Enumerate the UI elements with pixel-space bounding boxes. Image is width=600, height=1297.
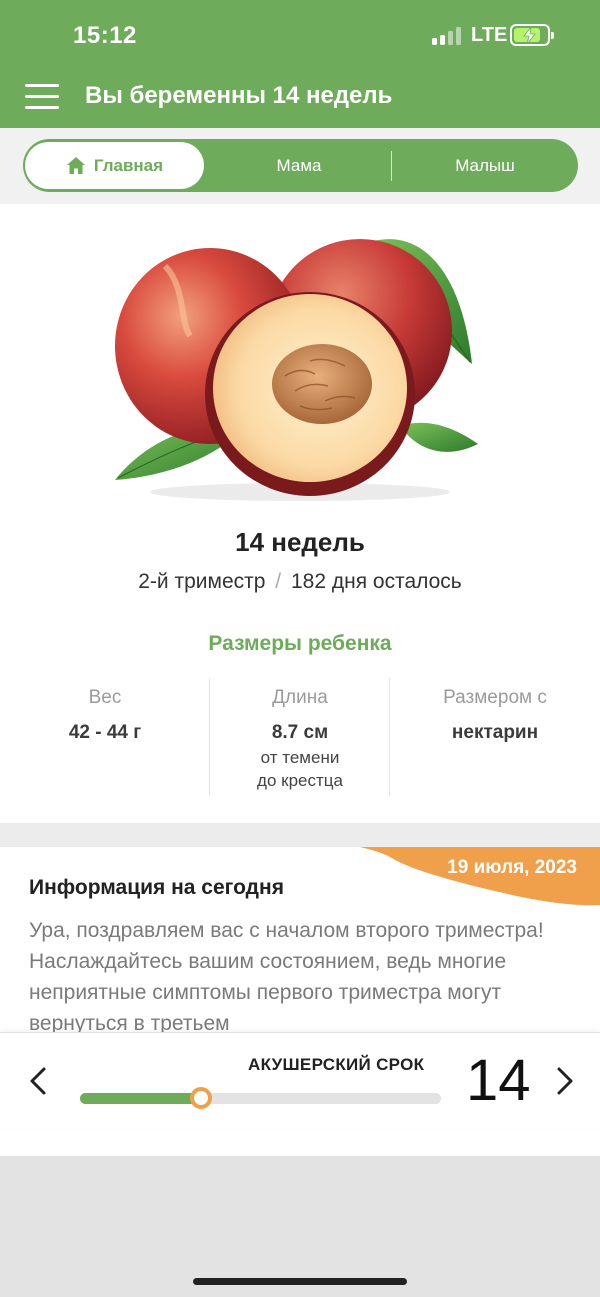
battery-charging-icon [510,24,554,46]
daily-info-card[interactable]: 19 июля, 2023 Информация на сегодня Ура,… [0,847,600,1032]
info-title: Информация на сегодня [29,876,284,899]
length-label: Длина [272,687,328,708]
tab-home-label: Главная [93,155,164,175]
tab-baby[interactable]: Малыш [394,139,576,192]
slider-thumb[interactable] [189,1087,212,1109]
stat-divider [389,678,390,796]
status-time: 15:12 [73,22,137,49]
compare-value: нектарин [451,722,539,743]
home-indicator[interactable] [193,1278,407,1285]
stat-length: Длина 8.7 см от темени до крестца [210,678,390,792]
term-label: АКУШЕРСКИЙ СРОК [248,1055,425,1074]
tab-mama-label: Мама [276,155,322,175]
separator: / [275,570,282,593]
tab-bar: Главная Мама Малыш [0,128,600,204]
info-text: Ура, поздравляем вас с началом второго т… [29,919,544,1032]
trimester-line: 2-й триместр / 182 дня осталось [0,570,600,594]
week-slider[interactable] [80,1087,441,1109]
tab-home[interactable]: Главная [25,142,204,189]
tab-divider [391,151,392,181]
days-left-text: 182 дня осталось [290,570,462,593]
home-icon [66,156,85,174]
baby-sizes-stats: Вес 42 - 44 г Длина 8.7 см от темени до … [0,678,600,796]
segmented-control: Главная Мама Малыш [23,139,578,192]
network-type: LTE [471,24,508,46]
week-title: 14 недель [235,527,365,557]
weight-value: 42 - 44 г [68,722,142,743]
section-gap [0,823,600,847]
page-title: Вы беременны 14 недель [85,82,393,109]
tab-baby-label: Малыш [455,155,515,175]
hamburger-menu-icon[interactable] [25,84,59,110]
stat-weight: Вес 42 - 44 г [15,678,195,744]
length-note-line2: до крестца [257,771,343,790]
signal-strength-icon [432,27,464,45]
slider-fill [80,1093,201,1104]
length-note-line1: от темени [260,748,340,767]
length-value: 8.7 см [271,722,329,743]
chevron-left-icon[interactable] [24,1065,54,1097]
tab-mama[interactable]: Мама [211,139,387,192]
compare-label: Размером с [443,687,547,708]
baby-sizes-title: Размеры ребенка [208,632,392,655]
stat-compare: Размером с нектарин [405,678,585,744]
term-panel: АКУШЕРСКИЙ СРОК 14 [0,1032,600,1128]
weight-label: Вес [88,687,122,708]
week-number: 14 [466,1048,531,1113]
app-header: 15:12 LTE Вы беременны 14 недель [0,0,600,128]
nectarine-image [115,239,478,501]
chevron-right-icon[interactable] [549,1065,579,1097]
date-badge: 19 июля, 2023 [447,857,577,878]
trimester-text: 2-й триместр [138,570,266,593]
bottom-blank-area [0,1156,600,1297]
